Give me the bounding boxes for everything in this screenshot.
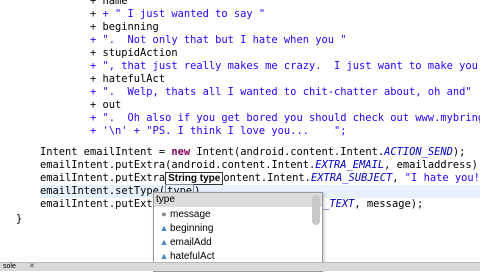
- constant: _TEXT: [323, 198, 355, 210]
- code-line: + ". Not only that but I hate when you ": [90, 34, 347, 46]
- item-label: beginning: [170, 223, 214, 234]
- code-line: + name: [90, 0, 128, 7]
- circle-icon: ●: [161, 209, 167, 219]
- constant: EXTRA_EMAIL: [315, 159, 385, 171]
- code-line: + + " I just wanted to say ": [90, 8, 266, 20]
- code-line: + beginning: [90, 21, 159, 33]
- item-label: hatefulAct: [170, 251, 215, 262]
- code-text: emailIntent.putExtra(android.content.Int…: [40, 159, 316, 171]
- code-text: , message);: [354, 198, 424, 210]
- field-icon: ▲: [159, 251, 169, 261]
- field-icon: ▲: [159, 223, 169, 233]
- item-label: message: [170, 209, 211, 220]
- code-line: + ", that just really makes me crazy. I …: [90, 60, 480, 72]
- item-label: emailAdd: [170, 237, 212, 248]
- code-text: emailIntent.setType(: [40, 185, 166, 197]
- code-text: Intent emailIntent =: [40, 146, 172, 158]
- string-literal: + " I just wanted to say ": [102, 8, 266, 20]
- code-line: + '\n' + "PS. I think I love you... ";: [90, 125, 347, 137]
- code-line: + out: [90, 99, 122, 111]
- autocomplete-item[interactable]: ▲ hatefulAct: [154, 249, 322, 263]
- field-icon: ▲: [159, 237, 169, 247]
- code-text: , emailaddress);: [384, 159, 480, 171]
- code-line: + stupidAction: [90, 47, 178, 59]
- item-label: type: [156, 194, 175, 205]
- code-text: ontent.Intent.: [223, 172, 311, 184]
- code-text: );: [452, 146, 466, 158]
- code-line: emailIntent.putExtra String type ontent.In…: [40, 172, 480, 185]
- code-line: + ". Welp, thats all I wanted to chit-ch…: [90, 86, 472, 98]
- string-literal: "I hate you!": [404, 172, 480, 184]
- code-line: + ". Oh also if you get bored you should…: [90, 112, 480, 124]
- code-text: ,: [392, 172, 405, 184]
- autocomplete-item[interactable]: ▲ beginning: [154, 221, 322, 235]
- popup-scrollbar[interactable]: [312, 195, 320, 225]
- keyword: new: [171, 146, 191, 158]
- code-line: }: [16, 213, 23, 225]
- constant: EXTRA_SUBJECT: [310, 172, 393, 184]
- code-text: Intent(android.content.Intent.: [190, 146, 385, 158]
- autocomplete-item[interactable]: ● message: [154, 207, 322, 221]
- code-text: emailIntent.putExtra: [40, 198, 166, 210]
- code-line: Intent emailIntent = new Intent(android.…: [40, 146, 465, 159]
- code-text: emailIntent.putExtra: [40, 172, 166, 184]
- autocomplete-item[interactable]: type: [154, 193, 322, 207]
- autocomplete-popup[interactable]: type ● message ▲ beginning ▲ emailAdd ▲ hate…: [153, 192, 323, 272]
- constant: ACTION_SEND: [384, 146, 453, 158]
- code-line: + hatefulAct: [90, 73, 166, 85]
- autocomplete-item[interactable]: ▲ emailAdd: [154, 235, 322, 249]
- code-line: emailIntent.putExtra(android.content.Int…: [40, 159, 480, 172]
